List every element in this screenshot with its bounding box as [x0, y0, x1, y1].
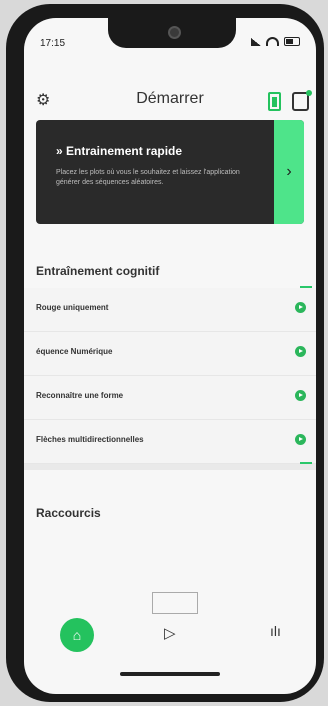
cognitive-list: Rouge uniquement équence Numérique Recon…	[24, 288, 316, 464]
signal-icon	[251, 37, 261, 46]
list-item-label: Flèches multidirectionnelles	[36, 435, 144, 444]
status-icons	[251, 37, 300, 46]
play-icon[interactable]	[295, 434, 306, 445]
play-icon[interactable]	[295, 302, 306, 313]
list-item-label: Rouge uniquement	[36, 303, 109, 312]
chevron-right-icon[interactable]: ›	[274, 120, 304, 224]
section-divider	[24, 464, 316, 470]
cognitive-section-title: Entraînement cognitif	[36, 264, 160, 278]
wifi-icon	[266, 37, 279, 46]
play-nav-icon[interactable]: ▷	[164, 624, 176, 642]
list-item[interactable]: Rouge uniquement	[24, 288, 316, 332]
quick-training-card[interactable]: » Entrainement rapide Placez les plots o…	[36, 120, 304, 224]
stats-icon[interactable]: ılı	[270, 623, 281, 639]
quick-training-description: Placez les plots où vous le souhaitez et…	[56, 169, 240, 186]
screen: 17:15 ⚙ Démarrer » Entrainement rapide P…	[24, 18, 316, 694]
camera-icon	[168, 26, 181, 39]
play-icon[interactable]	[295, 390, 306, 401]
list-item[interactable]: Flèches multidirectionnelles	[24, 420, 316, 464]
placeholder-image-icon	[152, 592, 198, 614]
list-item[interactable]: équence Numérique	[24, 332, 316, 376]
battery-status-icon	[284, 37, 300, 46]
device-battery-icon[interactable]	[268, 92, 281, 111]
status-time: 17:15	[40, 38, 66, 49]
shortcuts-section-title: Raccourcis	[36, 506, 101, 520]
home-icon[interactable]: ⌂	[60, 618, 94, 652]
list-item[interactable]: Reconnaître une forme	[24, 376, 316, 420]
list-item-label: Reconnaître une forme	[36, 391, 124, 400]
notch	[108, 18, 236, 48]
device-icon[interactable]	[292, 90, 312, 111]
home-indicator	[120, 672, 220, 676]
list-item-label: équence Numérique	[36, 347, 113, 356]
phone-frame: 17:15 ⚙ Démarrer » Entrainement rapide P…	[6, 4, 324, 702]
header: ⚙ Démarrer	[24, 84, 316, 120]
quick-training-title: » Entrainement rapide	[56, 144, 183, 158]
play-icon[interactable]	[295, 346, 306, 357]
